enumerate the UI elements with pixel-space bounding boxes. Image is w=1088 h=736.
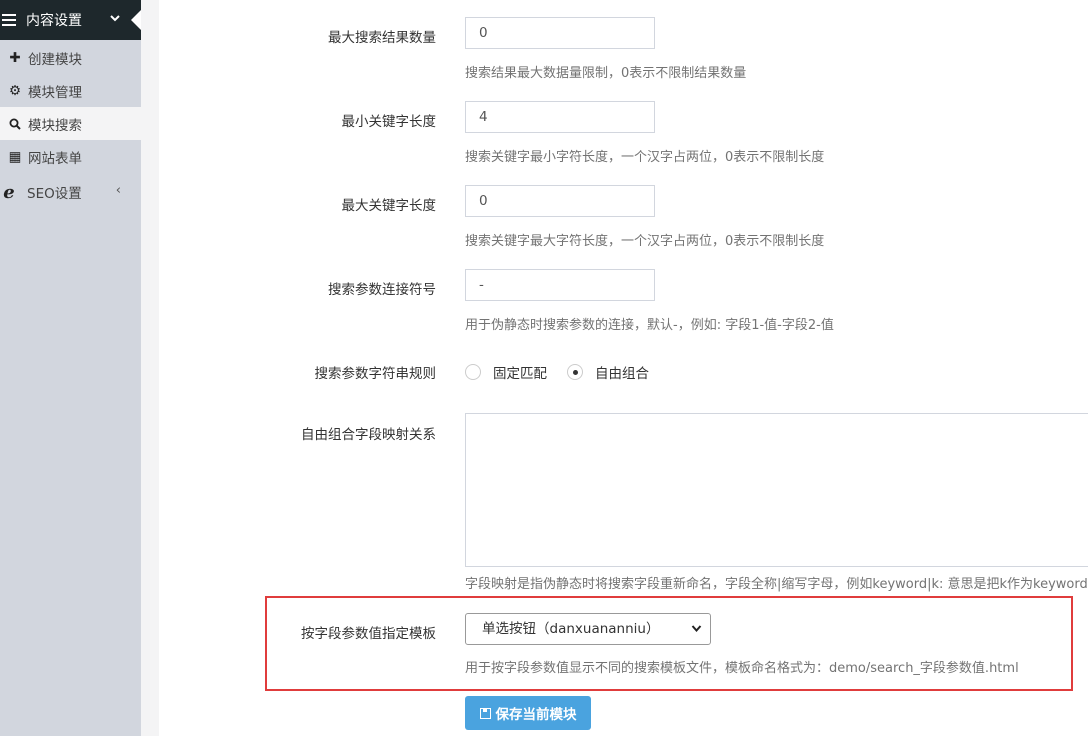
radio-fixed-match-label[interactable]: 固定匹配 [493,362,547,382]
sidebar-item-module-search[interactable]: 模块搜索 [0,107,141,140]
content-form: 最大搜索结果数量 0 搜索结果最大数据量限制，0表示不限制结果数量 最小关键字长… [159,0,1088,736]
sidebar-item-label: 创建模块 [28,51,82,68]
template-field-select[interactable]: 单选按钮（danxuananniu） [465,613,711,645]
search-icon [8,118,22,130]
template-field-selected: 单选按钮（danxuananniu） [482,621,660,637]
sidebar-item-label: SEO设置 [27,186,82,202]
content-gutter [141,0,159,736]
chevron-left-icon: ‹ [115,183,121,198]
plus-icon: ✚ [9,49,21,66]
sidebar-item-site-forms[interactable]: ▦ 网站表单 [0,140,141,173]
min-keyword-input[interactable]: 4 [465,101,655,133]
sidebar: 内容设置 ✚ 创建模块 ⚙ 模块管理 模块搜索 ▦ 网站表单 e SEO设置 ‹ [0,0,141,736]
chevron-down-icon [109,12,121,28]
chevron-down-icon [691,614,702,656]
ie-icon: e [3,181,15,203]
sidebar-header-label: 内容设置 [26,13,82,29]
label-field-mapping: 自由组合字段映射关系 [301,427,436,443]
save-button-label: 保存当前模块 [495,707,577,723]
cogs-icon: ⚙ [8,82,22,99]
sidebar-header-content-settings[interactable]: 内容设置 [0,0,141,40]
radio-free-combination-label[interactable]: 自由组合 [595,362,649,382]
table-icon: ▦ [8,148,22,165]
radio-fixed-match[interactable] [465,364,481,380]
help-separator: 用于伪静态时搜索参数的连接，默认-，例如: 字段1-值-字段2-值 [465,318,834,333]
sidebar-item-label: 模块管理 [28,84,82,101]
max-results-input[interactable]: 0 [465,17,655,49]
menu-icon [2,14,16,26]
param-rule-radio-group: 固定匹配 自由组合 [465,362,669,382]
sidebar-item-seo-settings[interactable]: e SEO设置 ‹ [0,173,141,211]
help-min-keyword: 搜索关键字最小字符长度，一个汉字占两位，0表示不限制长度 [465,150,825,165]
label-max-keyword: 最大关键字长度 [341,198,437,214]
sidebar-item-label: 网站表单 [28,150,82,167]
sidebar-item-module-management[interactable]: ⚙ 模块管理 [0,74,141,107]
max-keyword-input[interactable]: 0 [465,185,655,217]
save-icon [479,707,491,719]
sidebar-item-create-module[interactable]: ✚ 创建模块 [0,41,141,74]
label-template-field: 按字段参数值指定模板 [301,626,436,642]
help-max-keyword: 搜索关键字最大字符长度，一个汉字占两位，0表示不限制长度 [465,234,825,249]
field-mapping-textarea[interactable] [465,413,1088,567]
label-min-keyword: 最小关键字长度 [341,114,437,130]
label-param-rule: 搜索参数字符串规则 [314,366,437,382]
separator-input[interactable]: - [465,269,655,301]
help-field-mapping: 字段映射是指伪静态时将搜索字段重新命名，字段全称|缩写字母，例如keyword|… [465,577,1088,592]
label-separator: 搜索参数连接符号 [328,282,436,298]
sidebar-item-label: 模块搜索 [28,117,82,134]
help-template-field: 用于按字段参数值显示不同的搜索模板文件，模板命名格式为：demo/search_… [465,661,1019,676]
help-max-results: 搜索结果最大数据量限制，0表示不限制结果数量 [465,66,747,81]
radio-free-combination[interactable] [567,364,583,380]
save-module-button[interactable]: 保存当前模块 [465,696,591,730]
label-max-results: 最大搜索结果数量 [328,30,436,46]
active-pointer-notch [131,10,141,30]
